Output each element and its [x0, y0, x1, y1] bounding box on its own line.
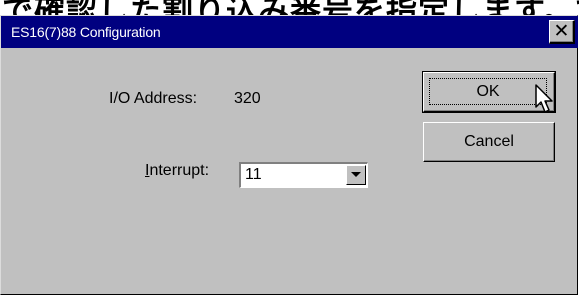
- ok-button-label: OK: [429, 78, 547, 105]
- interrupt-label-text: nterrupt:: [149, 162, 210, 179]
- interrupt-dropdown-button[interactable]: [346, 165, 366, 185]
- io-address-value: 320: [234, 90, 261, 107]
- screen: で確認した割り込み番号を指定します。で ES16(7)88 Configurat…: [0, 0, 579, 295]
- mouse-pointer-icon: [535, 84, 553, 113]
- dialog-title: ES16(7)88 Configuration: [11, 24, 161, 40]
- interrupt-select[interactable]: 11: [239, 162, 368, 188]
- io-address-label: I/O Address:: [109, 90, 198, 107]
- close-icon: ✕: [553, 21, 570, 42]
- dialog-titlebar[interactable]: ES16(7)88 Configuration ✕: [1, 16, 578, 48]
- chevron-down-icon: [351, 172, 361, 177]
- interrupt-select-value: 11: [245, 166, 262, 183]
- configuration-dialog: ES16(7)88 Configuration ✕ I/O Address: 3…: [0, 15, 578, 295]
- interrupt-label: Interrupt:: [145, 162, 209, 180]
- cancel-button[interactable]: Cancel: [423, 122, 555, 162]
- close-button[interactable]: ✕: [549, 20, 575, 44]
